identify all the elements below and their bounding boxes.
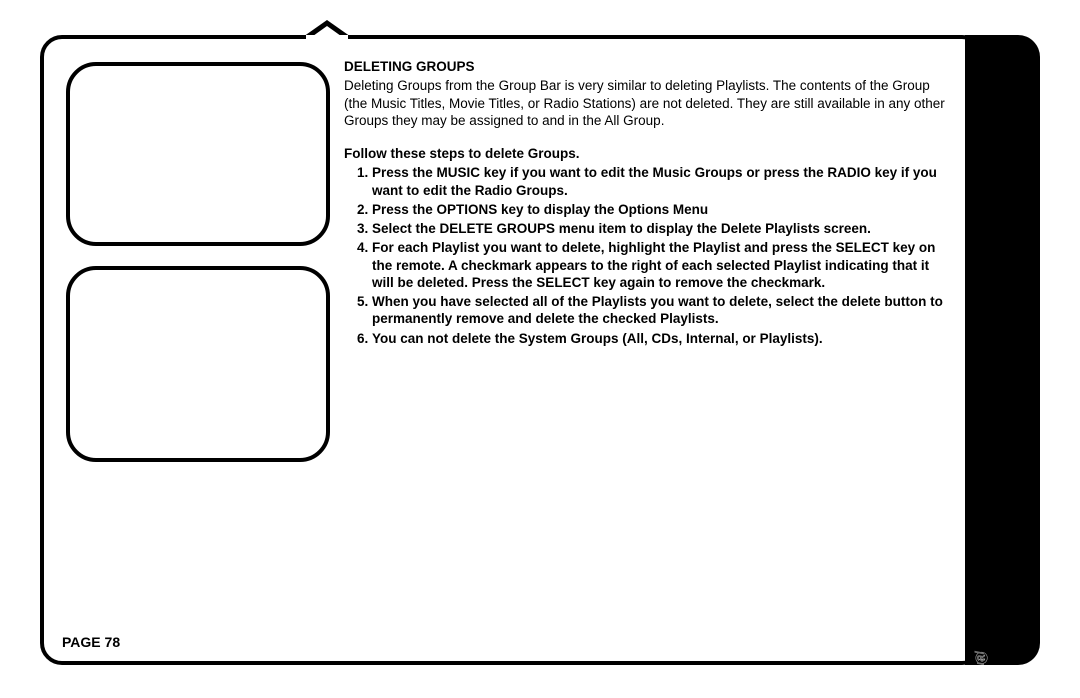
body-text: DELETING GROUPS Deleting Groups from the… [344,58,946,349]
step-item: Press the MUSIC key if you want to edit … [372,164,946,199]
step-item: Press the OPTIONS key to display the Opt… [372,201,946,218]
step-item: For each Playlist you want to delete, hi… [372,239,946,291]
manual-page: DELETING GROUPS Deleting Groups from the… [0,0,1080,698]
figure-placeholder-1 [66,62,330,246]
step-item: You can not delete the System Groups (Al… [372,330,946,347]
steps-list: Press the MUSIC key if you want to edit … [344,164,946,347]
step-item: Select the DELETE GROUPS menu item to di… [372,220,946,237]
brand-subtitle: FireBall™ DVDM-300 User's Manual [973,651,986,665]
figure-placeholder-2 [66,266,330,462]
section-heading: DELETING GROUPS [344,58,946,75]
page-number: PAGE 78 [62,634,120,650]
brand-sidebar: Escient® FireBall™ DVDM-300 User's Manua… [965,35,1040,665]
intro-paragraph: Deleting Groups from the Group Bar is ve… [344,77,946,129]
frame-notch-mask [306,35,348,41]
step-item: When you have selected all of the Playli… [372,293,946,328]
steps-intro: Follow these steps to delete Groups. [344,145,946,162]
